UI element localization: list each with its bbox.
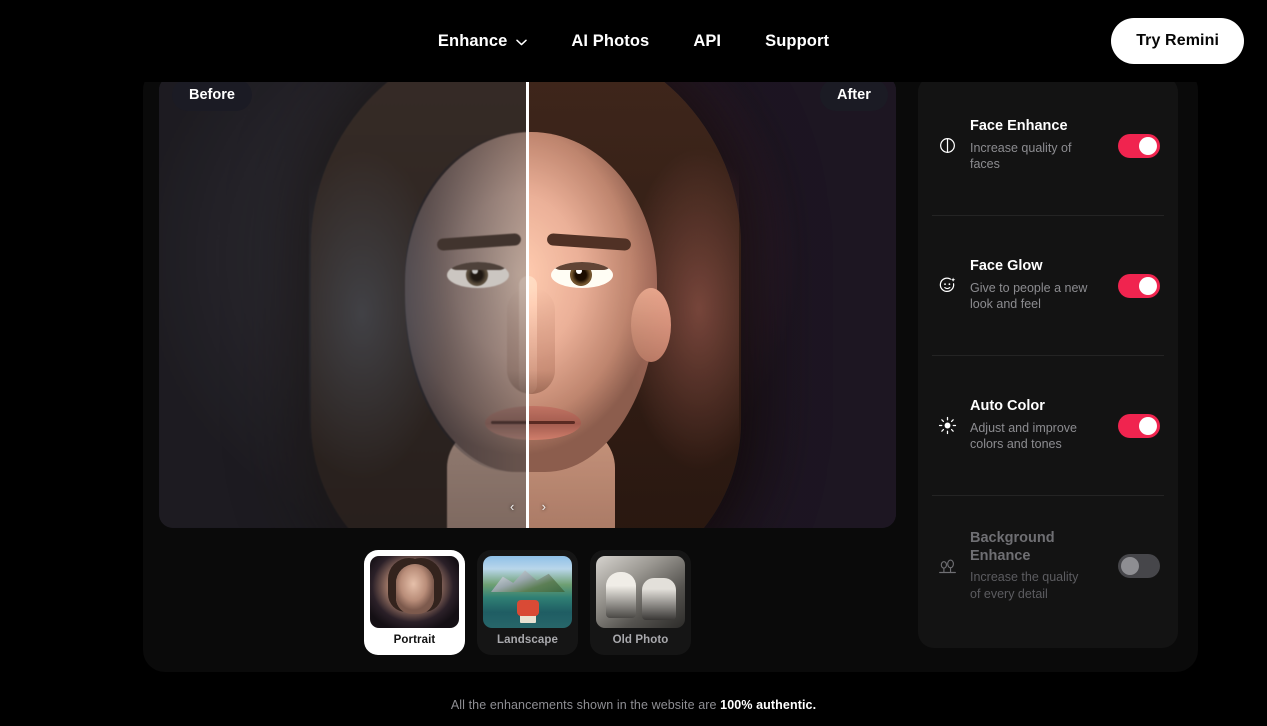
- landscape-thumbnail-image: [483, 556, 572, 628]
- nav-item-ai-photos[interactable]: AI Photos: [571, 32, 649, 51]
- thumbnail-landscape[interactable]: Landscape: [477, 550, 578, 655]
- toggle-knob: [1121, 557, 1139, 575]
- comparison-slider-line[interactable]: [526, 76, 529, 528]
- enhancement-options-panel: Face Enhance Increase quality of faces F…: [918, 76, 1178, 648]
- thumbnail-landscape-label: Landscape: [497, 634, 558, 646]
- slider-next-icon: ›: [542, 500, 546, 513]
- nav-item-ai-photos-label: AI Photos: [571, 32, 649, 51]
- authenticity-note-emphasis: 100% authentic.: [720, 698, 816, 712]
- option-auto-color[interactable]: Auto Color Adjust and improve colors and…: [932, 356, 1164, 496]
- old-photo-thumbnail-image: [596, 556, 685, 628]
- comparison-slider-handle[interactable]: ‹ ›: [510, 496, 546, 516]
- authenticity-note-prefix: All the enhancements shown in the websit…: [451, 698, 720, 712]
- option-background-enhance-description: Increase the quality of every detail: [970, 569, 1088, 602]
- option-auto-color-text: Auto Color Adjust and improve colors and…: [970, 398, 1106, 453]
- nav-item-enhance-label: Enhance: [438, 32, 507, 51]
- trees-landscape-icon: [936, 555, 958, 577]
- thumbnail-old-photo[interactable]: Old Photo: [590, 550, 691, 655]
- nav-item-api-label: API: [693, 32, 721, 51]
- option-background-enhance[interactable]: Background Enhance Increase the quality …: [932, 496, 1164, 636]
- try-remini-button[interactable]: Try Remini: [1111, 18, 1244, 64]
- toggle-knob: [1139, 417, 1157, 435]
- option-face-enhance-toggle[interactable]: [1118, 134, 1160, 158]
- nav-item-enhance[interactable]: Enhance: [438, 32, 527, 51]
- authenticity-note: All the enhancements shown in the websit…: [0, 698, 1267, 712]
- option-face-glow-description: Give to people a new look and feel: [970, 280, 1088, 313]
- after-badge: After: [820, 79, 888, 111]
- option-face-enhance-description: Increase quality of faces: [970, 140, 1088, 173]
- option-background-enhance-title: Background Enhance: [970, 530, 1106, 565]
- option-face-enhance[interactable]: Face Enhance Increase quality of faces: [932, 76, 1164, 216]
- portrait-render-before: [159, 76, 527, 528]
- nav-item-support-label: Support: [765, 32, 829, 51]
- smiley-sparkle-icon: [936, 275, 958, 297]
- option-face-enhance-title: Face Enhance: [970, 118, 1106, 136]
- option-face-glow-text: Face Glow Give to people a new look and …: [970, 258, 1106, 313]
- option-face-glow-title: Face Glow: [970, 258, 1106, 276]
- option-face-glow[interactable]: Face Glow Give to people a new look and …: [932, 216, 1164, 356]
- toggle-knob: [1139, 137, 1157, 155]
- option-face-glow-toggle[interactable]: [1118, 274, 1160, 298]
- brightness-sun-icon: [936, 415, 958, 437]
- before-badge: Before: [172, 79, 252, 111]
- site-header: Enhance AI Photos API Support Try Remini: [0, 0, 1267, 82]
- thumbnail-portrait[interactable]: Portrait: [364, 550, 465, 655]
- portrait-thumbnail-image: [370, 556, 459, 628]
- thumbnail-old-photo-label: Old Photo: [613, 634, 669, 646]
- option-background-enhance-text: Background Enhance Increase the quality …: [970, 530, 1106, 602]
- toggle-knob: [1139, 277, 1157, 295]
- nav-item-support[interactable]: Support: [765, 32, 829, 51]
- nav-item-api[interactable]: API: [693, 32, 721, 51]
- before-image: [159, 76, 527, 528]
- option-face-enhance-text: Face Enhance Increase quality of faces: [970, 118, 1106, 173]
- portrait-render-after: [527, 76, 896, 528]
- option-background-enhance-toggle[interactable]: [1118, 554, 1160, 578]
- after-image: [527, 76, 896, 528]
- main-navigation: Enhance AI Photos API Support: [0, 32, 1267, 51]
- option-auto-color-title: Auto Color: [970, 398, 1106, 416]
- option-auto-color-toggle[interactable]: [1118, 414, 1160, 438]
- option-auto-color-description: Adjust and improve colors and tones: [970, 420, 1088, 453]
- contrast-circle-icon: [936, 135, 958, 157]
- chevron-down-icon: [516, 39, 527, 46]
- thumbnail-portrait-label: Portrait: [394, 634, 436, 646]
- sample-thumbnails: Portrait Landscape Old Photo: [364, 550, 691, 655]
- slider-prev-icon: ‹: [510, 500, 514, 513]
